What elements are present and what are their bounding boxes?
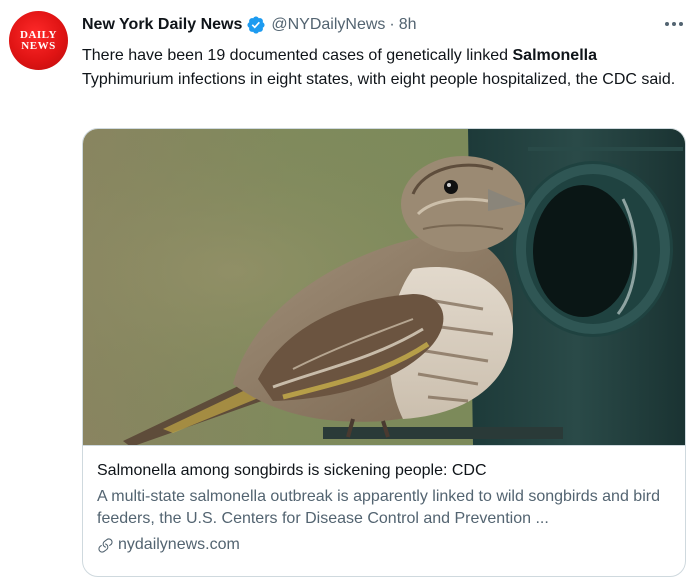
user-handle[interactable]: @NYDailyNews [271, 16, 385, 34]
avatar-text-line1: DAILY [20, 28, 57, 41]
tweet-text-bold: Salmonella [512, 47, 597, 64]
separator-dot: · [389, 16, 395, 33]
link-icon [97, 537, 114, 554]
avatar[interactable]: DAILY NEWS [9, 11, 68, 70]
tweet-header: New York Daily News @NYDailyNews · 8h [82, 14, 417, 36]
card-info[interactable]: Salmonella among songbirds is sickening … [83, 445, 685, 576]
tweet-text-start: There have been 19 documented cases of g… [82, 47, 513, 64]
card-domain[interactable]: nydailynews.com [118, 534, 240, 556]
card-description: A multi-state salmonella outbreak is app… [97, 488, 660, 527]
timestamp[interactable]: 8h [399, 16, 417, 34]
more-options-icon[interactable] [662, 14, 686, 34]
tweet-text-end: Typhimurium infections in eight states, … [82, 71, 676, 88]
card-domain-row[interactable]: nydailynews.com [97, 534, 685, 556]
card-title[interactable]: Salmonella among songbirds is sickening … [97, 460, 685, 482]
link-card[interactable]: Salmonella among songbirds is sickening … [82, 128, 686, 577]
tweet-text: There have been 19 documented cases of g… [82, 44, 687, 92]
avatar-text-line2: NEWS [21, 39, 56, 52]
display-name[interactable]: New York Daily News [82, 16, 242, 34]
verified-badge-icon [246, 15, 266, 35]
card-image[interactable] [83, 129, 685, 445]
